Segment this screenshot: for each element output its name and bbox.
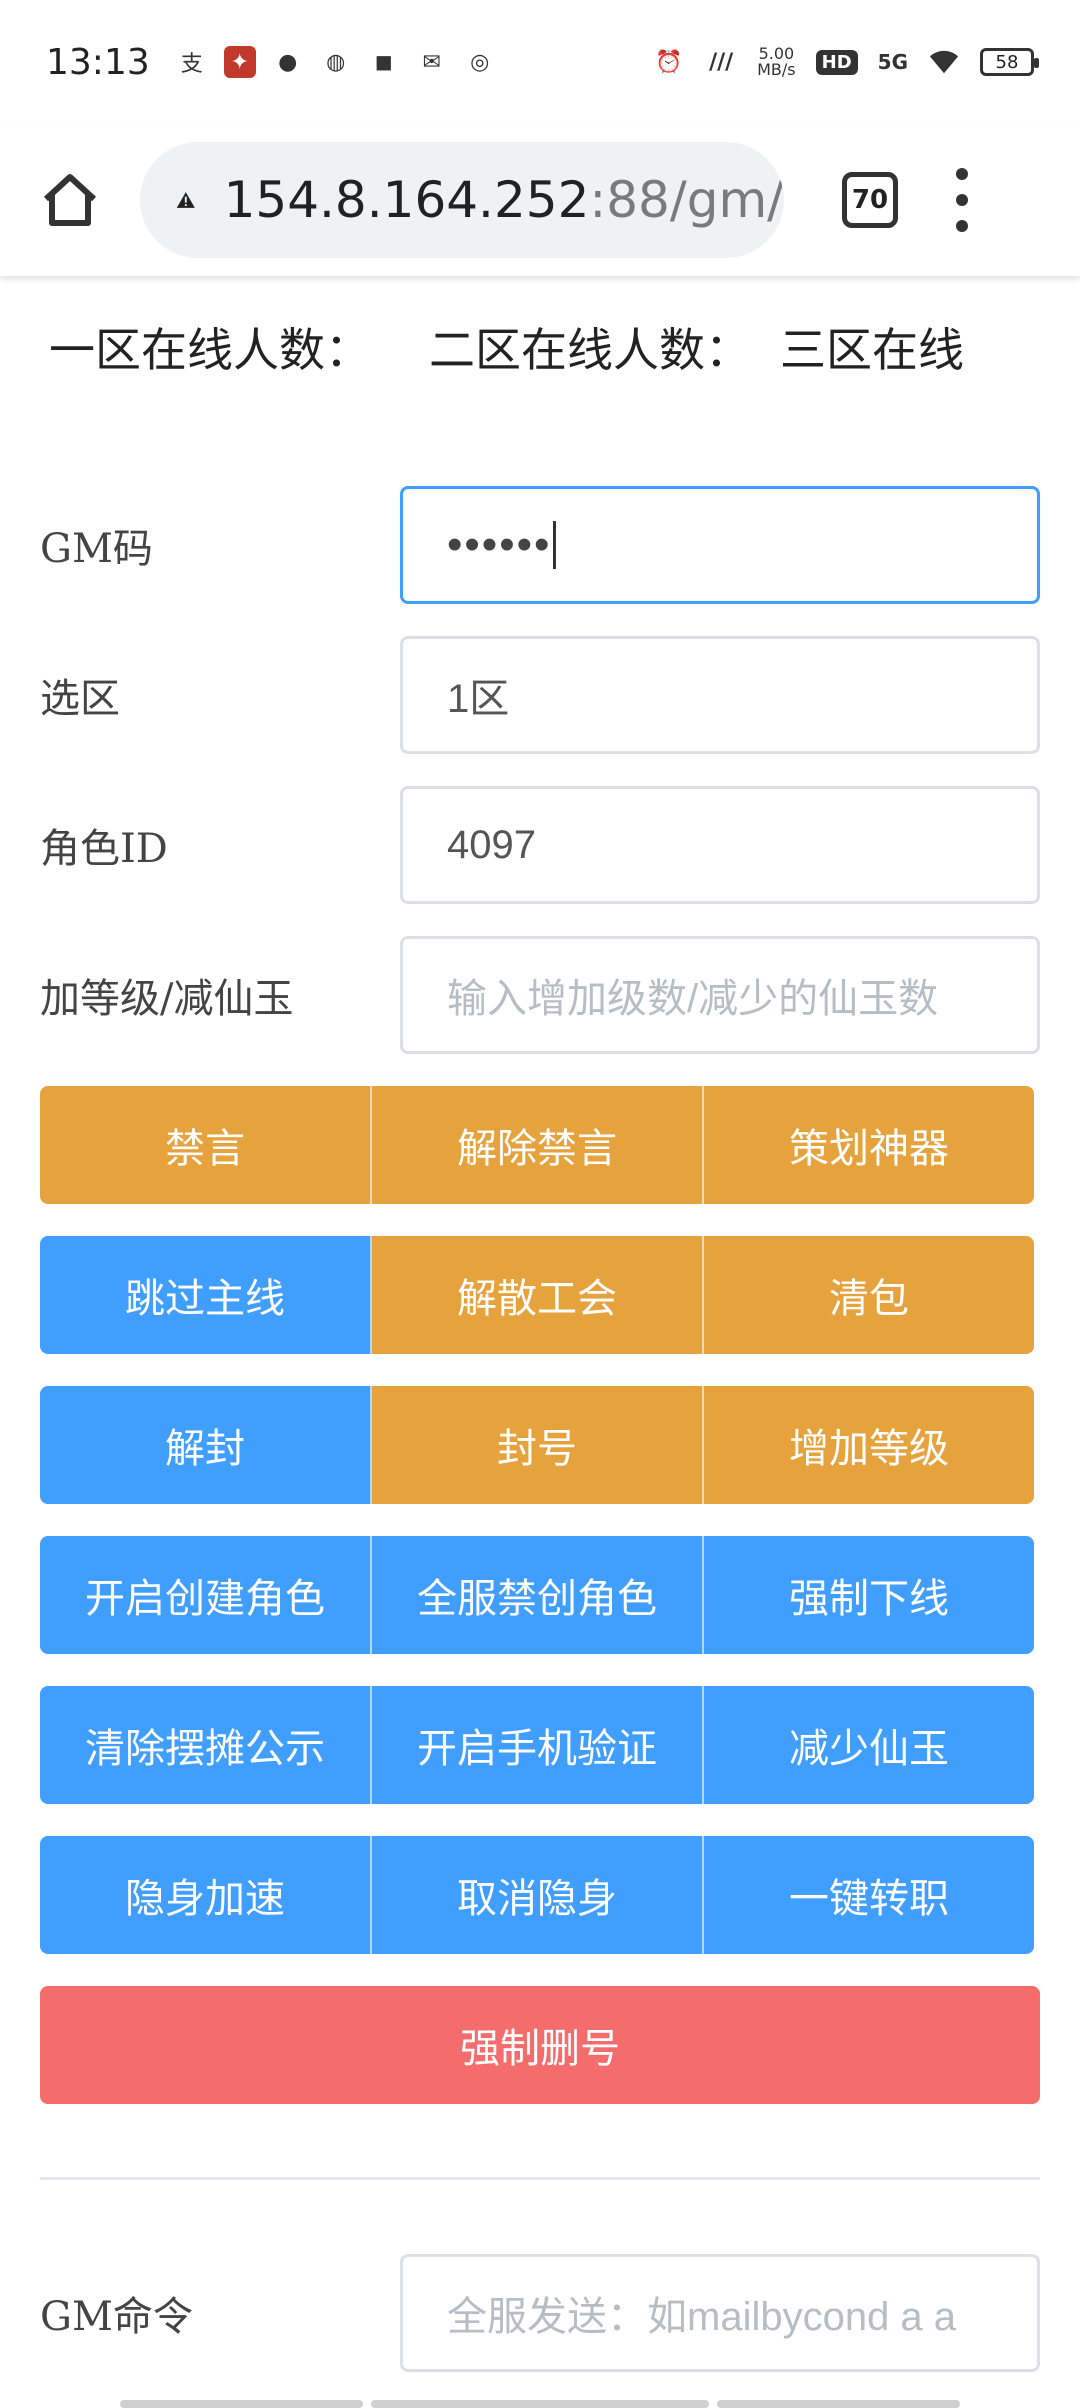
clear-bag-button[interactable]: 清包 — [704, 1236, 1034, 1354]
zone2-online: 二区在线人数： — [429, 323, 751, 377]
hd-badge: HD — [815, 49, 858, 75]
clear-stall-notice-button[interactable]: 清除摆摊公示 — [40, 1686, 372, 1804]
alarm-icon: ⏰ — [655, 49, 683, 75]
scroll-segment — [120, 2400, 364, 2408]
qq-icon: ● — [278, 49, 298, 75]
gm-page: 一区在线人数： 二区在线人数： 三区在线 GM码 •••••• 选区 1区 角色… — [0, 276, 1080, 2408]
zone-label: 选区 — [40, 676, 120, 722]
unban-button[interactable]: 解封 — [40, 1386, 372, 1504]
button-row-5: 清除摆摊公示 开启手机验证 减少仙玉 — [40, 1686, 1034, 1804]
button-row-4: 开启创建角色 全服禁创角色 强制下线 — [40, 1536, 1034, 1654]
dot — [956, 194, 968, 206]
zone3-online: 三区在线 — [780, 323, 964, 377]
nfc-icon: /// — [709, 49, 734, 75]
cancel-stealth-button[interactable]: 取消隐身 — [372, 1836, 704, 1954]
role-id-label: 角色ID — [40, 826, 168, 872]
zone-row: 选区 1区 — [40, 636, 1040, 754]
online-counts: 一区在线人数： 二区在线人数： 三区在线 — [40, 322, 1050, 378]
more-menu-button[interactable] — [952, 168, 972, 232]
button-row-1: 禁言 解除禁言 策划神器 — [40, 1086, 1034, 1204]
zone-select[interactable]: 1区 — [400, 636, 1040, 754]
chat-icon: ◼ — [374, 49, 393, 75]
warning-icon — [176, 192, 195, 208]
browser-toolbar: 154.8.164.252:88/gm/ 70 — [0, 124, 1080, 276]
system-icons: ⏰ /// 5.00 MB/s HD 5G 58 — [653, 46, 1039, 78]
zone1-online: 一区在线人数： — [49, 323, 371, 377]
scroll-segment — [716, 2400, 960, 2408]
gm-command-label: GM命令 — [40, 2294, 193, 2340]
game-icon: ✦ — [223, 46, 256, 78]
level-input[interactable]: 输入增加级数/减少的仙玉数 — [400, 936, 1040, 1054]
reduce-jade-button[interactable]: 减少仙玉 — [704, 1686, 1034, 1804]
notification-icons: 支 ✦ ● ◍ ◼ ✉ ◎ — [176, 46, 496, 78]
wifi-icon — [928, 46, 960, 78]
gm-code-value: •••••• — [447, 520, 552, 569]
planner-artifact-button[interactable]: 策划神器 — [704, 1086, 1034, 1204]
one-click-job-change-button[interactable]: 一键转职 — [704, 1836, 1034, 1954]
role-id-input[interactable]: 4097 — [400, 786, 1040, 904]
mute-button[interactable]: 禁言 — [40, 1086, 372, 1204]
level-row: 加等级/减仙玉 输入增加级数/减少的仙玉数 — [40, 936, 1040, 1054]
signal-icon: 5G — [877, 50, 908, 74]
url-bar[interactable]: 154.8.164.252:88/gm/ — [140, 142, 784, 258]
ban-account-button[interactable]: 封号 — [372, 1386, 704, 1504]
battery-indicator: 58 — [980, 48, 1039, 76]
scroll-segment — [371, 2400, 709, 2408]
text-caret — [553, 521, 557, 569]
force-delete-account-button[interactable]: 强制删号 — [40, 1986, 1040, 2104]
mail-icon: ✉ — [422, 49, 441, 75]
button-row-2: 跳过主线 解散工会 清包 — [40, 1236, 1034, 1354]
add-level-button[interactable]: 增加等级 — [704, 1386, 1034, 1504]
dot — [956, 220, 968, 232]
enable-phone-verify-button[interactable]: 开启手机验证 — [372, 1686, 704, 1804]
status-time: 13:13 — [46, 41, 150, 83]
skip-main-quest-button[interactable]: 跳过主线 — [40, 1236, 372, 1354]
button-row-6: 隐身加速 取消隐身 一键转职 — [40, 1836, 1034, 1954]
level-label: 加等级/减仙玉 — [40, 976, 294, 1022]
wechat-icon: ◍ — [326, 49, 346, 75]
unmute-button[interactable]: 解除禁言 — [372, 1086, 704, 1204]
gm-command-row: GM命令 全服发送：如mailbycond a a — [40, 2254, 1040, 2372]
home-icon — [43, 174, 97, 226]
disable-create-role-button[interactable]: 全服禁创角色 — [372, 1536, 704, 1654]
status-bar: 13:13 支 ✦ ● ◍ ◼ ✉ ◎ ⏰ /// 5.00 MB/s HD 5… — [0, 0, 1080, 124]
divider — [40, 2177, 1040, 2180]
url-host: 154.8.164.252 — [223, 171, 590, 229]
net-speed: 5.00 MB/s — [757, 46, 796, 78]
net-speed-unit: MB/s — [757, 60, 796, 79]
enable-create-role-button[interactable]: 开启创建角色 — [40, 1536, 372, 1654]
browser-icon: ◎ — [470, 49, 490, 75]
button-row-3: 解封 封号 增加等级 — [40, 1386, 1034, 1504]
scroll-indicator — [120, 2400, 960, 2408]
dot — [956, 168, 968, 180]
gm-code-input[interactable]: •••••• — [400, 486, 1040, 604]
force-offline-button[interactable]: 强制下线 — [704, 1536, 1034, 1654]
gm-code-label: GM码 — [40, 526, 153, 572]
gm-code-row: GM码 •••••• — [40, 486, 1040, 604]
role-id-row: 角色ID 4097 — [40, 786, 1040, 904]
gm-command-input[interactable]: 全服发送：如mailbycond a a — [400, 2254, 1040, 2372]
url-path: :88/gm/ — [589, 171, 784, 229]
alipay-icon: 支 — [180, 52, 203, 77]
stealth-speed-button[interactable]: 隐身加速 — [40, 1836, 372, 1954]
home-button[interactable] — [0, 124, 140, 276]
tab-switcher-button[interactable]: 70 — [842, 172, 898, 228]
disband-guild-button[interactable]: 解散工会 — [372, 1236, 704, 1354]
